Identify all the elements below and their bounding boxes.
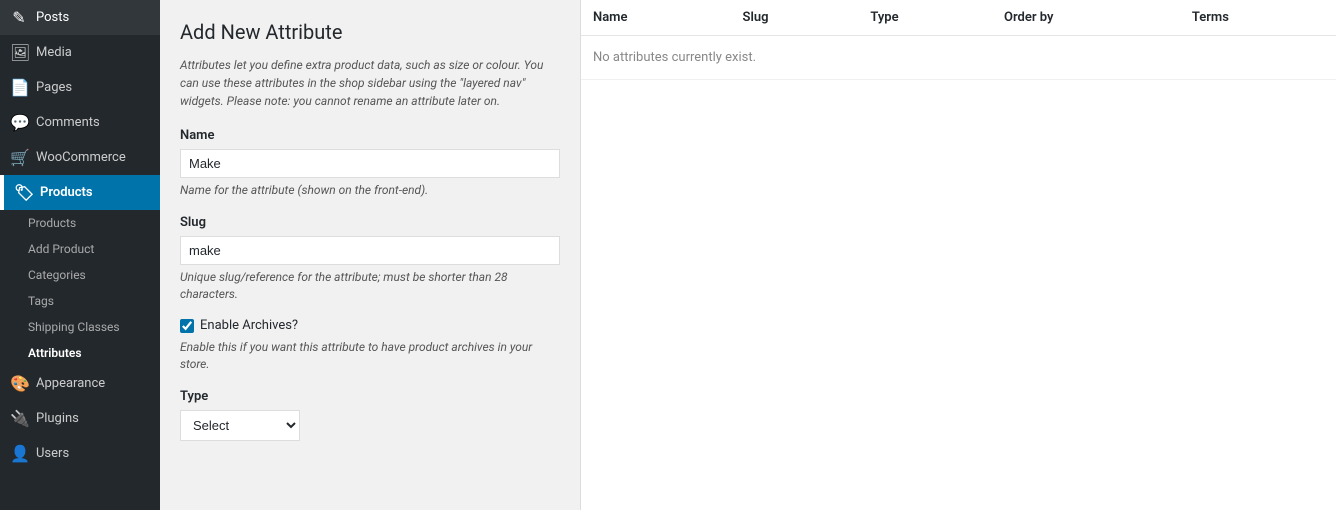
pages-icon: 📄	[10, 78, 28, 97]
enable-archives-checkbox[interactable]	[180, 319, 194, 333]
form-title: Add New Attribute	[180, 20, 560, 44]
col-slug: Slug	[731, 0, 859, 36]
sidebar-item-users[interactable]: 👤 Users	[0, 436, 160, 471]
sidebar-item-label: Comments	[36, 115, 100, 130]
sidebar-item-label: Plugins	[36, 411, 79, 426]
form-description: Attributes let you define extra product …	[180, 56, 560, 110]
sidebar-subitem-attributes[interactable]: Attributes	[0, 340, 160, 366]
no-items-text: No attributes currently exist.	[581, 36, 1336, 80]
sidebar-subitem-products[interactable]: Products	[0, 210, 160, 236]
col-type: Type	[858, 0, 992, 36]
name-hint: Name for the attribute (shown on the fro…	[180, 182, 560, 199]
sidebar-item-appearance[interactable]: 🎨 Appearance	[0, 366, 160, 401]
sidebar-item-posts[interactable]: ✎ Posts	[0, 0, 160, 35]
comments-icon: 💬	[10, 113, 28, 132]
posts-icon: ✎	[10, 8, 28, 27]
sidebar-subitem-label: Attributes	[28, 346, 82, 360]
attributes-table: Name Slug Type Order by Terms No attribu…	[581, 0, 1336, 80]
enable-archives-row: Enable Archives?	[180, 318, 560, 333]
sidebar-subitem-label: Shipping Classes	[28, 320, 120, 334]
sidebar-subitem-categories[interactable]: Categories	[0, 262, 160, 288]
slug-label: Slug	[180, 215, 560, 230]
form-area: Add New Attribute Attributes let you def…	[160, 0, 580, 510]
sidebar-item-label: WooCommerce	[36, 150, 126, 165]
appearance-icon: 🎨	[10, 374, 28, 393]
sidebar-item-label: Posts	[36, 10, 69, 25]
table-header-row: Name Slug Type Order by Terms	[581, 0, 1336, 36]
name-field-group: Name Name for the attribute (shown on th…	[180, 128, 560, 199]
sidebar-item-comments[interactable]: 💬 Comments	[0, 105, 160, 140]
sidebar-item-products[interactable]: 🏷 Products	[0, 175, 160, 210]
sidebar-item-label: Users	[36, 446, 69, 461]
sidebar-item-label: Pages	[36, 80, 72, 95]
no-items-row: No attributes currently exist.	[581, 36, 1336, 80]
sidebar: ✎ Posts 🖼 Media 📄 Pages 💬 Comments 🛒 Woo…	[0, 0, 160, 510]
table-area: Name Slug Type Order by Terms No attribu…	[580, 0, 1336, 510]
media-icon: 🖼	[10, 43, 28, 62]
type-field-group: Type Select Text Color Image Button	[180, 389, 560, 441]
col-order-by: Order by	[992, 0, 1180, 36]
plugins-icon: 🔌	[10, 409, 28, 428]
col-terms: Terms	[1180, 0, 1336, 36]
sidebar-item-plugins[interactable]: 🔌 Plugins	[0, 401, 160, 436]
sidebar-item-label: Appearance	[36, 376, 105, 391]
slug-input[interactable]	[180, 236, 560, 265]
slug-field-group: Slug Unique slug/reference for the attri…	[180, 215, 560, 303]
archives-field-group: Enable Archives? Enable this if you want…	[180, 318, 560, 373]
products-icon: 🏷	[14, 183, 32, 202]
sidebar-subitem-add-product[interactable]: Add Product	[0, 236, 160, 262]
sidebar-subitem-label: Products	[28, 216, 76, 230]
enable-archives-hint: Enable this if you want this attribute t…	[180, 339, 560, 373]
users-icon: 👤	[10, 444, 28, 463]
sidebar-item-label: Products	[40, 185, 93, 200]
name-label: Name	[180, 128, 560, 143]
woocommerce-icon: 🛒	[10, 148, 28, 167]
sidebar-subitem-label: Tags	[28, 294, 54, 308]
name-input[interactable]	[180, 149, 560, 178]
sidebar-subitem-label: Categories	[28, 268, 86, 282]
slug-hint: Unique slug/reference for the attribute;…	[180, 269, 560, 303]
sidebar-subitem-tags[interactable]: Tags	[0, 288, 160, 314]
main-content: Add New Attribute Attributes let you def…	[160, 0, 1336, 510]
sidebar-subitem-label: Add Product	[28, 242, 94, 256]
type-label: Type	[180, 389, 560, 404]
sidebar-item-label: Media	[36, 45, 72, 60]
col-name: Name	[581, 0, 731, 36]
type-select[interactable]: Select Text Color Image Button	[180, 410, 300, 441]
enable-archives-label[interactable]: Enable Archives?	[200, 318, 298, 333]
sidebar-item-pages[interactable]: 📄 Pages	[0, 70, 160, 105]
sidebar-subitem-shipping-classes[interactable]: Shipping Classes	[0, 314, 160, 340]
sidebar-item-media[interactable]: 🖼 Media	[0, 35, 160, 70]
sidebar-item-woocommerce[interactable]: 🛒 WooCommerce	[0, 140, 160, 175]
